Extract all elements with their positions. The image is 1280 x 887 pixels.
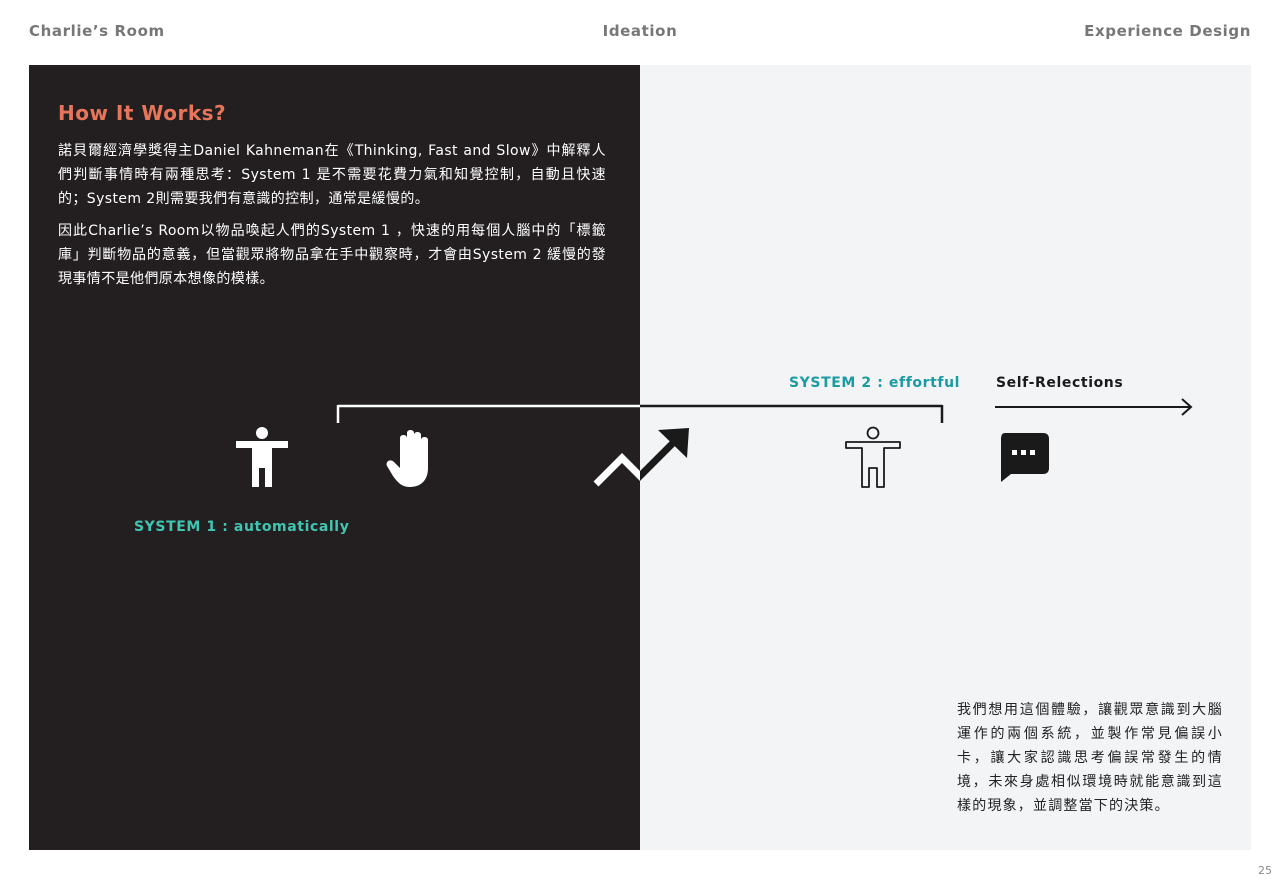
self-reflection-arrow [995, 398, 1193, 416]
intro-paragraph: 諾貝爾經濟學獎得主Daniel Kahneman在《Thinking, Fast… [58, 143, 606, 207]
section-title: How It Works? [58, 101, 227, 125]
system2-label: SYSTEM 2 : effortful [789, 375, 961, 391]
page-number: 25 [1258, 864, 1272, 877]
concept-paragraph: 因此Charlie’s Room以物品喚起人們的System 1 ，快速的用每個… [58, 223, 606, 287]
trend-up-arrow-icon [593, 428, 689, 487]
system1-label: SYSTEM 1 : automatically [134, 519, 350, 535]
header-right-title: Experience Design [1084, 22, 1251, 40]
person-icon [236, 427, 288, 487]
person-outline-icon [845, 426, 901, 488]
closing-paragraph: 我們想用這個體驗，讓觀眾意識到大腦運作的兩個系統，並製作常見偏誤小卡，讓大家認識… [957, 702, 1223, 814]
self-reflection-label: Self-Relections [996, 375, 1124, 391]
hand-icon [386, 430, 428, 487]
chat-bubble-icon [1001, 433, 1049, 482]
system2-bracket-line [336, 404, 944, 423]
